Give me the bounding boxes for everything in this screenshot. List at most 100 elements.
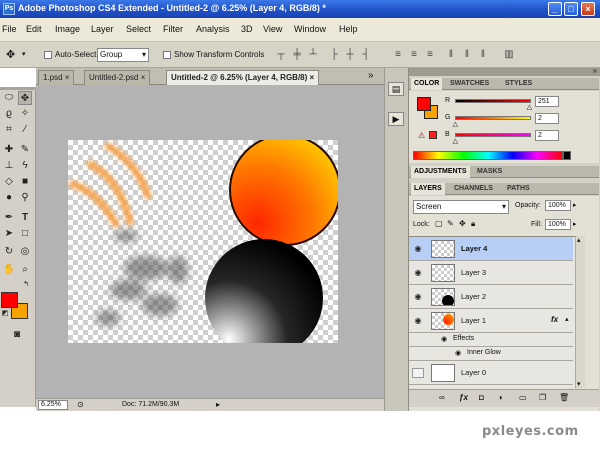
tab-close-icon[interactable]: ×	[65, 73, 70, 82]
lock-all-icon[interactable]: 🔒︎	[471, 219, 475, 229]
blend-mode-dropdown[interactable]: Screen ▾	[413, 200, 509, 214]
eraser-tool-icon[interactable]: ◇	[2, 175, 16, 189]
quick-mask-icon[interactable]: ◙	[8, 328, 26, 342]
align-hcenter-icon[interactable]: ┼	[345, 49, 355, 61]
scroll-up-icon[interactable]: ▴	[577, 236, 581, 244]
panel-dock-header[interactable]: »	[409, 66, 600, 76]
blur-tool-icon[interactable]: ●	[2, 191, 16, 205]
layer-row-layer-4[interactable]: ◉ Layer 4	[409, 237, 573, 261]
status-info-icon[interactable]: ⊙	[77, 400, 84, 409]
menu-layer[interactable]: Layer	[91, 24, 114, 34]
inner-glow-effect-row[interactable]: ◉ Inner Glow	[409, 347, 573, 361]
tab-1-psd[interactable]: 1.psd ×	[38, 70, 75, 85]
fill-field[interactable]: 100%	[545, 219, 571, 230]
visibility-toggle-empty[interactable]	[412, 368, 424, 378]
layers-scrollbar[interactable]: ▴ ▾	[575, 236, 585, 388]
align-right-icon[interactable]: ┤	[361, 49, 371, 61]
gamut-warning-icon[interactable]: ⚠	[418, 131, 425, 140]
visibility-eye-icon[interactable]: ◉	[412, 316, 424, 326]
new-adjustment-layer-icon[interactable]: ◐	[499, 393, 504, 402]
type-tool-icon[interactable]: T	[18, 211, 32, 225]
tab-styles[interactable]: STYLES	[502, 78, 535, 90]
layer-effects-fx-badge[interactable]: fx	[551, 315, 558, 324]
distribute-bottom-icon[interactable]: ≡	[425, 49, 435, 61]
tab-color[interactable]: COLOR	[411, 78, 443, 90]
blue-slider-thumb[interactable]: △	[453, 137, 458, 145]
show-transform-checkbox[interactable]	[163, 50, 171, 59]
history-brush-tool-icon[interactable]: ϟ	[18, 159, 32, 173]
minimize-button[interactable]: _	[548, 2, 562, 16]
magic-wand-tool-icon[interactable]: ✧	[18, 107, 32, 121]
menu-filter[interactable]: Filter	[163, 24, 183, 34]
gradient-tool-icon[interactable]: ■	[18, 175, 32, 189]
collapse-panels-icon[interactable]: »	[593, 66, 597, 75]
inner-glow-eye-icon[interactable]: ◉	[455, 349, 461, 357]
color-panel-foreground-swatch[interactable]	[417, 97, 431, 111]
opacity-arrow-icon[interactable]: ▸	[573, 201, 577, 209]
menu-edit[interactable]: Edit	[26, 24, 42, 34]
visibility-eye-icon[interactable]: ◉	[412, 268, 424, 278]
menu-help[interactable]: Help	[339, 24, 358, 34]
distribute-left-icon[interactable]: ‖	[446, 49, 456, 61]
move-tool-icon[interactable]: ✥	[6, 48, 15, 61]
marquee-tool-icon[interactable]: ⬭	[2, 91, 16, 105]
canvas[interactable]	[68, 140, 338, 343]
eyedropper-tool-icon[interactable]: ⁄	[18, 123, 32, 137]
tab-overflow-icon[interactable]: »	[368, 70, 374, 81]
layer-row-layer-2[interactable]: ◉ Layer 2	[409, 285, 573, 309]
actions-panel-icon[interactable]: ▶	[388, 112, 404, 126]
lock-image-icon[interactable]: ✎	[447, 219, 454, 228]
layer-effects-row[interactable]: ◉ Effects	[409, 333, 573, 347]
visibility-eye-icon[interactable]: ◉	[412, 292, 424, 302]
layer-row-layer-1[interactable]: ◉ Layer 1 fx ▴	[409, 309, 573, 333]
color-spectrum-bar[interactable]	[413, 151, 563, 160]
visibility-eye-icon[interactable]: ◉	[412, 244, 424, 254]
pen-tool-icon[interactable]: ✒	[2, 211, 16, 225]
hand-tool-icon[interactable]: ✋	[2, 263, 16, 277]
green-slider[interactable]	[455, 116, 531, 120]
add-mask-icon[interactable]: ◘	[479, 393, 484, 402]
menu-3d[interactable]: 3D	[241, 24, 253, 34]
lock-position-icon[interactable]: ✥	[459, 219, 466, 228]
tab-masks[interactable]: MASKS	[474, 166, 505, 178]
layer-row-layer-0[interactable]: Layer 0	[409, 361, 573, 385]
tab-close-icon[interactable]: ×	[310, 73, 315, 82]
menu-analysis[interactable]: Analysis	[196, 24, 230, 34]
tool-preset-dropdown-icon[interactable]: ▾	[22, 50, 26, 58]
effects-eye-icon[interactable]: ◉	[441, 335, 447, 343]
maximize-button[interactable]: □	[564, 2, 578, 16]
tab-close-icon[interactable]: ×	[141, 73, 146, 82]
dodge-tool-icon[interactable]: ⚲	[18, 191, 32, 205]
healing-brush-tool-icon[interactable]: ✚	[2, 143, 16, 157]
status-menu-arrow-icon[interactable]: ▸	[216, 400, 220, 409]
brush-tool-icon[interactable]: ✎	[18, 143, 32, 157]
menu-select[interactable]: Select	[126, 24, 151, 34]
distribute-vcenter-icon[interactable]: ≡	[409, 49, 419, 61]
clone-stamp-tool-icon[interactable]: ⊥	[2, 159, 16, 173]
toolbox-grip[interactable]	[0, 87, 36, 90]
menu-window[interactable]: Window	[294, 24, 326, 34]
menu-file[interactable]: File	[2, 24, 17, 34]
tab-layers[interactable]: LAYERS	[411, 183, 445, 195]
add-layer-style-icon[interactable]: ƒx	[459, 393, 468, 402]
blue-slider[interactable]	[455, 133, 531, 137]
new-group-icon[interactable]: ▭	[519, 393, 527, 402]
new-layer-icon[interactable]: ❐	[539, 393, 546, 402]
auto-align-icon[interactable]: ▥	[504, 49, 514, 61]
spectrum-black-chip[interactable]	[563, 151, 571, 160]
green-value-field[interactable]: 2	[535, 113, 559, 124]
distribute-right-icon[interactable]: ‖	[478, 49, 488, 61]
align-left-icon[interactable]: ├	[329, 49, 339, 61]
link-layers-icon[interactable]: ∞	[439, 393, 445, 402]
history-panel-icon[interactable]: ▤	[388, 82, 404, 96]
align-bottom-icon[interactable]: ┴	[308, 49, 318, 61]
layer-row-layer-3[interactable]: ◉ Layer 3	[409, 261, 573, 285]
scroll-down-icon[interactable]: ▾	[577, 380, 581, 388]
swap-colors-icon[interactable]: ↰	[21, 280, 31, 290]
default-colors-icon[interactable]: ◩	[0, 309, 10, 319]
blue-value-field[interactable]: 2	[535, 130, 559, 141]
green-slider-thumb[interactable]: △	[453, 120, 458, 128]
tab-swatches[interactable]: SWATCHES	[447, 78, 492, 90]
zoom-level-field[interactable]: 6.25%	[38, 400, 68, 410]
tab-adjustments[interactable]: ADJUSTMENTS	[411, 166, 470, 178]
